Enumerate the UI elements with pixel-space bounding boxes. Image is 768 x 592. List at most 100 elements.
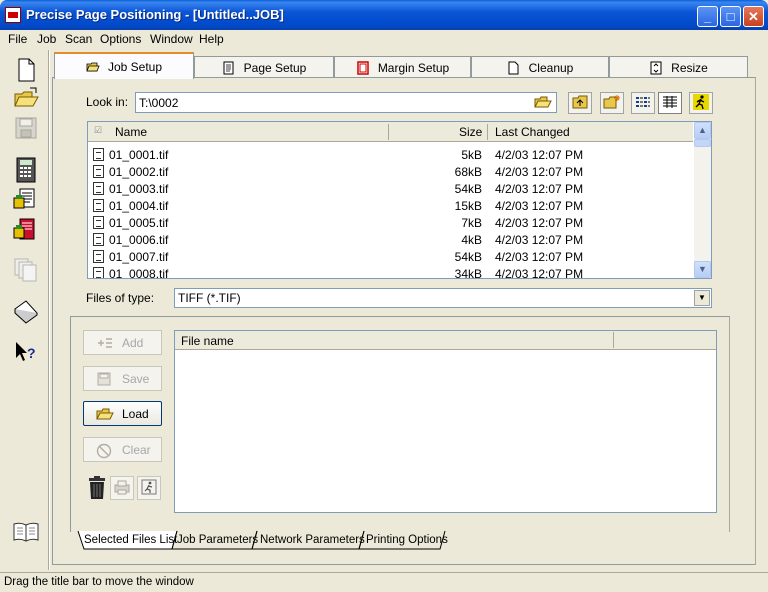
column-last-changed[interactable]: Last Changed (495, 125, 570, 139)
help-pointer-icon[interactable]: ? (12, 338, 40, 366)
tab-selected-files-list[interactable]: Selected Files List (84, 532, 177, 550)
file-size-cell: 4kB (461, 233, 482, 247)
clear-icon (96, 443, 114, 458)
run-button[interactable] (137, 476, 161, 500)
column-size[interactable]: Size (459, 125, 482, 139)
file-size-cell: 7kB (461, 216, 482, 230)
app-icon (5, 7, 21, 23)
file-date-cell: 4/2/03 12:07 PM (495, 250, 584, 264)
file-name-cell: 01_0006.tif (109, 233, 169, 247)
files-of-type-select[interactable]: TIFF (*.TIF) ▼ (174, 288, 712, 308)
file-size-cell: 54kB (454, 250, 482, 264)
load-button[interactable]: Load (83, 401, 162, 426)
menu-file[interactable]: File (8, 32, 27, 46)
file-size-cell: 5kB (461, 148, 482, 162)
look-in-field[interactable]: T:\0002 (135, 92, 557, 113)
tab-margin-setup-label: Margin Setup (377, 60, 450, 75)
file-list[interactable]: ☑ Name Size Last Changed 01_0001.tif 5kB 4… (87, 121, 712, 279)
file-name-cell: 01_0002.tif (109, 165, 169, 179)
scroll-up-icon[interactable]: ▲ (694, 122, 711, 139)
scroll-thumb[interactable] (694, 139, 711, 147)
clear-button[interactable]: Clear (83, 437, 162, 462)
file-name-cell: 01_0001.tif (109, 148, 169, 162)
tab-margin-setup[interactable]: Margin Setup (334, 56, 471, 78)
scan-red-icon[interactable] (12, 216, 40, 244)
maximize-button[interactable]: □ (720, 6, 741, 27)
file-name-cell: 01_0004.tif (109, 199, 169, 213)
table-row[interactable]: 01_0004.tif 15kB 4/2/03 12:07 PM (88, 197, 693, 214)
select-all-icon[interactable]: ☑ (94, 125, 102, 136)
close-button[interactable]: ✕ (743, 6, 764, 27)
title-bar[interactable]: Precise Page Positioning - [Untitled..JO… (0, 0, 768, 30)
tab-cleanup[interactable]: Cleanup (471, 56, 609, 78)
minimize-button[interactable]: _ (697, 6, 718, 27)
table-row[interactable]: 01_0002.tif 68kB 4/2/03 12:07 PM (88, 163, 693, 180)
table-row[interactable]: 01_0003.tif 54kB 4/2/03 12:07 PM (88, 180, 693, 197)
table-row[interactable]: 01_0005.tif 7kB 4/2/03 12:07 PM (88, 214, 693, 231)
exit-button[interactable] (689, 92, 713, 114)
scan-pages-icon[interactable] (12, 186, 40, 214)
chevron-down-icon[interactable]: ▼ (694, 290, 710, 306)
tab-resize[interactable]: Resize (609, 56, 748, 78)
add-button-label: Add (122, 335, 144, 350)
file-date-cell: 4/2/03 12:07 PM (495, 216, 584, 230)
file-list-scrollbar[interactable]: ▲ ▼ (694, 122, 711, 278)
tab-printing-options[interactable]: Printing Options (366, 532, 448, 550)
menu-window[interactable]: Window (150, 32, 193, 46)
save-button[interactable]: Save (83, 366, 162, 391)
menu-scan[interactable]: Scan (65, 32, 92, 46)
tab-page-setup[interactable]: Page Setup (194, 56, 334, 78)
tab-job-setup-label: Job Setup (107, 59, 163, 74)
file-size-cell: 34kB (454, 267, 482, 279)
new-folder-button[interactable] (600, 92, 624, 114)
trash-icon[interactable] (85, 475, 109, 504)
column-divider[interactable] (388, 124, 389, 140)
tif-file-icon (93, 182, 104, 195)
column-name[interactable]: Name (115, 125, 147, 139)
load-button-label: Load (122, 406, 149, 421)
file-list-header: ☑ Name Size Last Changed (88, 122, 693, 142)
file-size-cell: 15kB (454, 199, 482, 213)
file-date-cell: 4/2/03 12:07 PM (495, 199, 584, 213)
scanner-icon[interactable] (12, 297, 40, 325)
running-man-icon (692, 93, 710, 114)
scroll-down-icon[interactable]: ▼ (694, 261, 711, 278)
table-row[interactable]: 01_0001.tif 5kB 4/2/03 12:07 PM (88, 146, 693, 163)
selected-files-list[interactable]: File name (174, 330, 717, 513)
menu-job[interactable]: Job (37, 32, 56, 46)
column-divider[interactable] (487, 124, 488, 140)
column-divider[interactable] (613, 332, 614, 348)
open-folder-icon[interactable] (12, 84, 40, 112)
book-icon[interactable] (12, 518, 40, 546)
table-row[interactable]: 01_0006.tif 4kB 4/2/03 12:07 PM (88, 231, 693, 248)
running-man-icon (141, 479, 157, 498)
print-button[interactable] (110, 476, 134, 500)
window-title: Precise Page Positioning - [Untitled..JO… (26, 7, 284, 22)
browse-folder-icon[interactable] (534, 95, 552, 110)
tab-network-parameters[interactable]: Network Parameters (260, 532, 365, 550)
details-view-button[interactable] (658, 92, 682, 114)
file-date-cell: 4/2/03 12:07 PM (495, 182, 584, 196)
clear-button-label: Clear (122, 442, 151, 457)
tab-job-parameters[interactable]: Job Parameters (177, 532, 258, 550)
file-date-cell: 4/2/03 12:07 PM (495, 165, 584, 179)
tif-file-icon (93, 250, 104, 263)
tab-job-setup[interactable]: Job Setup (54, 52, 194, 79)
new-folder-icon (603, 94, 621, 113)
save-button-label: Save (122, 371, 150, 386)
file-date-cell: 4/2/03 12:07 PM (495, 267, 584, 279)
save-disk-icon (12, 114, 40, 142)
add-button[interactable]: Add (83, 330, 162, 355)
tab-page-setup-label: Page Setup (243, 60, 307, 75)
status-text: Drag the title bar to move the window (4, 576, 194, 588)
up-folder-button[interactable] (568, 92, 592, 114)
list-view-button[interactable] (631, 92, 655, 114)
table-row[interactable]: 01_0008.tif 34kB 4/2/03 12:07 PM (88, 265, 693, 279)
column-file-name[interactable]: File name (181, 334, 234, 348)
menu-help[interactable]: Help (199, 32, 224, 46)
svg-text:?: ? (27, 345, 36, 361)
table-row[interactable]: 01_0007.tif 54kB 4/2/03 12:07 PM (88, 248, 693, 265)
calculator-icon[interactable] (12, 156, 40, 184)
new-document-icon[interactable] (12, 56, 40, 84)
menu-options[interactable]: Options (100, 32, 141, 46)
